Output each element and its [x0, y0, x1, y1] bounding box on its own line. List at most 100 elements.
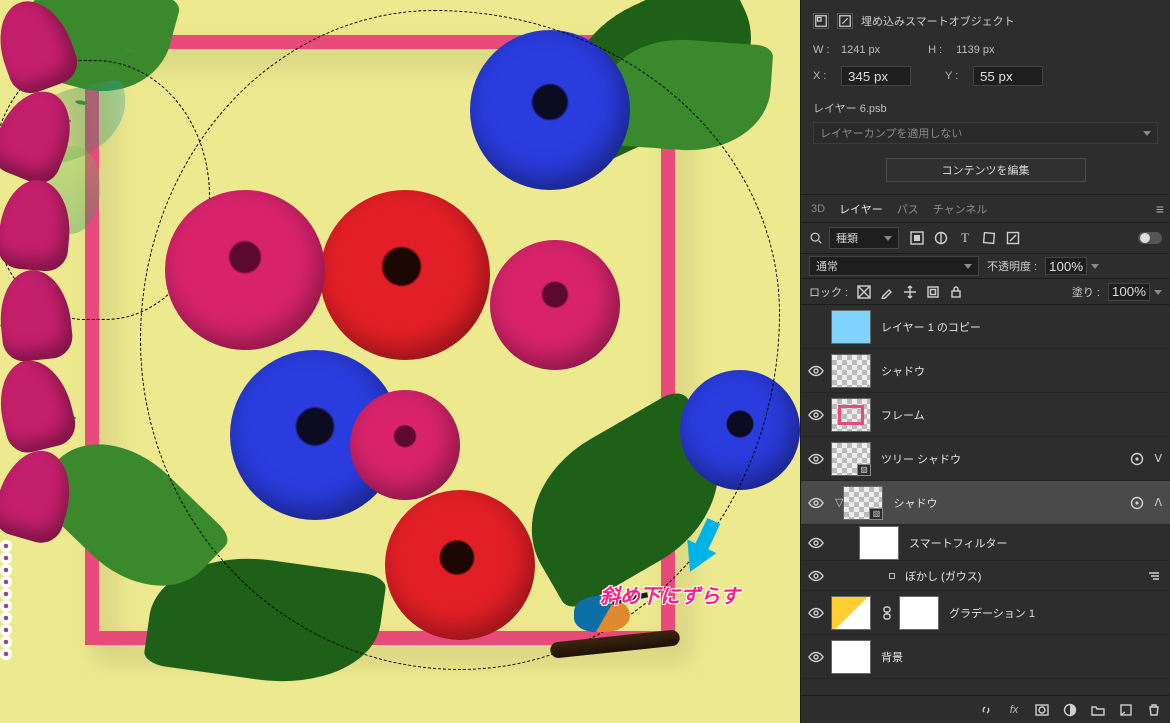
lock-label: ロック : — [809, 284, 848, 300]
layer-row[interactable]: グラデーション 1 — [801, 591, 1170, 635]
layer-thumbnail[interactable] — [831, 310, 871, 344]
layer-thumbnail[interactable]: ▧ — [831, 442, 871, 476]
group-icon[interactable] — [1090, 702, 1106, 718]
layer-thumbnail[interactable] — [831, 596, 871, 630]
layer-row[interactable]: スマートフィルター — [801, 525, 1170, 561]
tab-3d[interactable]: 3D — [811, 203, 825, 215]
fill-label: 塗り : — [1072, 284, 1100, 300]
lock-artboard-icon[interactable] — [925, 284, 941, 300]
visibility-icon[interactable] — [808, 451, 824, 467]
layer-name[interactable]: 背景 — [881, 649, 1162, 665]
layer-fx-icon[interactable]: fx — [1006, 702, 1022, 718]
canvas-annotation: 斜め下にずらす — [600, 580, 740, 609]
filter-smartobject-icon[interactable] — [1005, 230, 1021, 246]
advanced-chevron-icon[interactable]: ᐱ — [1150, 496, 1162, 509]
right-panel: 埋め込みスマートオブジェクト W : 1241 px H : 1139 px X… — [800, 0, 1170, 723]
fill-input[interactable] — [1108, 283, 1150, 301]
visibility-icon[interactable] — [808, 363, 824, 379]
layer-name[interactable]: グラデーション 1 — [949, 605, 1162, 621]
filter-visibility-icon[interactable] — [1124, 451, 1150, 467]
tab-paths[interactable]: パス — [897, 201, 919, 217]
panel-tabs: 3D レイヤー パス チャンネル ≡ — [801, 195, 1170, 223]
new-layer-icon[interactable] — [1118, 702, 1134, 718]
visibility-icon[interactable] — [808, 605, 824, 621]
smart-object-icon — [837, 13, 853, 29]
layer-thumbnail[interactable] — [831, 398, 871, 432]
layer-thumbnail[interactable] — [859, 526, 899, 560]
layer-thumbnail[interactable] — [831, 640, 871, 674]
layer-comp-select[interactable]: レイヤーカンプを適用しない — [813, 122, 1158, 144]
layer-mask-icon[interactable] — [1034, 702, 1050, 718]
y-input[interactable] — [973, 66, 1043, 86]
document-canvas[interactable]: 斜め下にずらす — [0, 0, 800, 723]
visibility-icon[interactable] — [808, 407, 824, 423]
visibility-icon[interactable] — [808, 568, 824, 584]
tab-channels[interactable]: チャンネル — [933, 201, 988, 217]
filter-shape-icon[interactable] — [981, 230, 997, 246]
lock-position-icon[interactable] — [902, 284, 918, 300]
annotation-arrow-icon — [676, 540, 717, 579]
layer-thumbnail[interactable]: ▧ — [843, 486, 883, 520]
chevron-down-icon — [1143, 127, 1151, 139]
lock-all-icon[interactable] — [948, 284, 964, 300]
opacity-label: 不透明度 : — [987, 258, 1037, 274]
layer-name[interactable]: シャドウ — [893, 495, 1124, 511]
filter-bullet-icon — [889, 573, 895, 579]
properties-panel: 埋め込みスマートオブジェクト W : 1241 px H : 1139 px X… — [801, 0, 1170, 195]
layer-row[interactable]: ▧ ツリー シャドウ ᐯ — [801, 437, 1170, 481]
smart-object-file: レイヤー 6.psb — [813, 100, 1158, 116]
edit-contents-button[interactable]: コンテンツを編集 — [886, 158, 1086, 182]
smart-object-badge-icon: ▧ — [869, 508, 883, 520]
visibility-icon[interactable] — [808, 535, 824, 551]
layer-row[interactable]: ▽ ▧ シャドウ ᐱ — [801, 481, 1170, 525]
mask-thumbnail[interactable] — [899, 596, 939, 630]
visibility-icon[interactable] — [808, 649, 824, 665]
delete-icon[interactable] — [1146, 702, 1162, 718]
layer-name[interactable]: レイヤー 1 のコピー — [881, 319, 1162, 335]
y-label: Y : — [945, 70, 963, 82]
opacity-input[interactable] — [1045, 257, 1087, 275]
lock-pixels-icon[interactable] — [879, 284, 895, 300]
chevron-down-icon[interactable] — [1154, 286, 1162, 298]
filter-options-icon[interactable] — [1146, 568, 1162, 584]
layer-comp-placeholder: レイヤーカンプを適用しない — [820, 125, 962, 141]
layer-row[interactable]: シャドウ — [801, 349, 1170, 393]
layers-panel: 種類 T 通常 不透明度 : — [801, 223, 1170, 723]
adjustment-layer-icon[interactable] — [1062, 702, 1078, 718]
link-layers-icon[interactable] — [978, 702, 994, 718]
link-mask-icon[interactable] — [881, 606, 893, 620]
layer-row[interactable]: レイヤー 1 のコピー — [801, 305, 1170, 349]
lock-transparent-icon[interactable] — [856, 284, 872, 300]
filter-visibility-icon[interactable] — [1124, 495, 1150, 511]
layer-name[interactable]: フレーム — [881, 407, 1162, 423]
smart-object-badge-icon: ▧ — [857, 464, 871, 476]
x-label: X : — [813, 70, 831, 82]
properties-title: 埋め込みスマートオブジェクト — [861, 13, 1015, 29]
layer-thumbnail[interactable] — [831, 354, 871, 388]
layer-row[interactable]: フレーム — [801, 393, 1170, 437]
x-input[interactable] — [841, 66, 911, 86]
tab-layers[interactable]: レイヤー — [839, 201, 883, 217]
layer-name[interactable]: シャドウ — [881, 363, 1162, 379]
expand-toggle-icon[interactable]: ▽ — [831, 496, 843, 509]
filter-name: ぼかし (ガウス) — [905, 568, 1146, 584]
width-value: 1241 px — [841, 44, 880, 56]
layer-filter-kind[interactable]: 種類 — [829, 227, 899, 249]
advanced-chevron-icon[interactable]: ᐯ — [1150, 452, 1162, 465]
layer-name[interactable]: スマートフィルター — [909, 535, 1162, 551]
filter-adjustment-icon[interactable] — [933, 230, 949, 246]
filter-type-icon[interactable]: T — [957, 230, 973, 246]
panel-menu-icon[interactable]: ≡ — [1156, 201, 1164, 217]
chevron-down-icon[interactable] — [1091, 260, 1099, 272]
layers-panel-footer: fx — [801, 695, 1170, 723]
layers-list[interactable]: レイヤー 1 のコピーシャドウフレーム▧ツリー シャドウᐯ▽▧シャドウᐱスマート… — [801, 305, 1170, 695]
smart-filter-item[interactable]: ぼかし (ガウス) — [801, 561, 1170, 591]
layer-name[interactable]: ツリー シャドウ — [881, 451, 1124, 467]
visibility-icon[interactable] — [808, 495, 824, 511]
blend-mode-select[interactable]: 通常 — [809, 256, 979, 276]
layer-row[interactable]: 背景 — [801, 635, 1170, 679]
filter-pixel-icon[interactable] — [909, 230, 925, 246]
chevron-down-icon — [884, 232, 892, 244]
filter-toggle[interactable] — [1138, 232, 1162, 244]
height-label: H : — [928, 44, 946, 56]
